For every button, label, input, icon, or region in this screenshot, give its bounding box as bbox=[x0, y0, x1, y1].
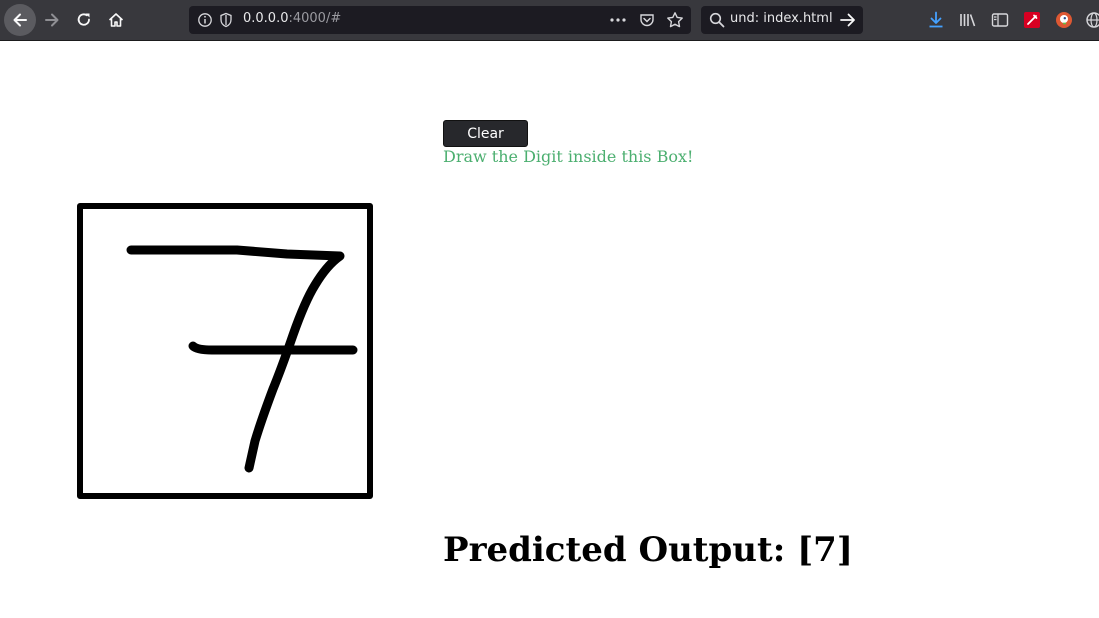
home-icon bbox=[108, 13, 124, 27]
sidebar-icon[interactable] bbox=[990, 10, 1010, 30]
search-bar[interactable]: und: index.html bbox=[701, 6, 863, 34]
predicted-output: Predicted Output: [7] bbox=[443, 530, 853, 570]
search-icon bbox=[709, 12, 725, 32]
forward-button[interactable] bbox=[37, 5, 67, 35]
instruction-text: Draw the Digit inside this Box! bbox=[443, 147, 694, 166]
clear-button[interactable]: Clear bbox=[443, 120, 528, 147]
drawn-digit-stroke bbox=[126, 245, 358, 473]
star-icon[interactable] bbox=[666, 11, 684, 33]
download-icon[interactable] bbox=[926, 10, 946, 30]
url-rest: :4000/# bbox=[288, 11, 342, 26]
more-icon[interactable] bbox=[609, 12, 627, 32]
library-icon[interactable] bbox=[958, 10, 978, 30]
back-button[interactable] bbox=[4, 4, 36, 36]
drawing-canvas[interactable] bbox=[77, 203, 373, 499]
search-input[interactable]: und: index.html bbox=[730, 11, 834, 26]
home-button[interactable] bbox=[101, 5, 131, 35]
arrow-left-icon bbox=[13, 13, 27, 27]
go-arrow-icon[interactable] bbox=[839, 12, 857, 32]
shield-icon[interactable] bbox=[219, 12, 233, 32]
url-bar[interactable]: 0.0.0.0:4000/# bbox=[189, 6, 691, 34]
arrow-right-icon bbox=[45, 13, 59, 27]
reload-button[interactable] bbox=[69, 5, 99, 35]
info-icon[interactable] bbox=[197, 12, 213, 32]
duckduckgo-icon[interactable] bbox=[1054, 10, 1074, 30]
browser-toolbar: 0.0.0.0:4000/# und: index.html bbox=[0, 0, 1099, 41]
reload-icon bbox=[77, 13, 90, 26]
globe-icon[interactable] bbox=[1084, 10, 1099, 30]
url-text[interactable]: 0.0.0.0:4000/# bbox=[243, 11, 341, 26]
pocket-icon[interactable] bbox=[639, 12, 655, 32]
url-host: 0.0.0.0 bbox=[243, 11, 289, 26]
extension-red-icon[interactable] bbox=[1022, 10, 1042, 30]
